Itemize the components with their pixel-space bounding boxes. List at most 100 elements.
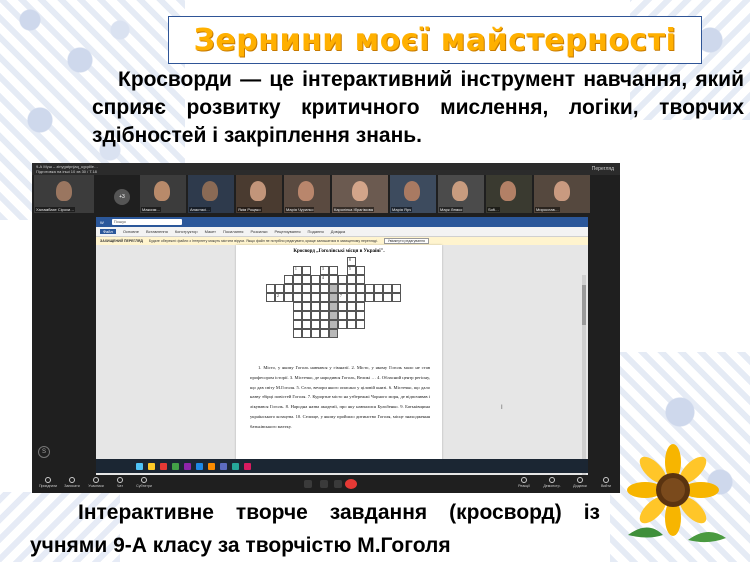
crossword-cell [356,266,365,275]
crossword-cell [311,275,320,284]
crossword-cell: 3 [320,266,329,275]
control-label: Додатки [573,484,587,488]
crossword-number: 4 [322,276,324,280]
crossword-cell [302,311,311,320]
scrollbar[interactable] [582,275,586,490]
avatar [452,181,468,201]
crossword-cell [329,284,338,293]
windows-start-icon[interactable] [136,462,143,470]
intro-paragraph: Кросворди — це інтерактивний інструмент … [92,68,744,147]
control-button[interactable]: Субтитри [130,477,158,488]
crossword-cell [302,293,311,302]
avatar [352,181,368,201]
app-icon[interactable] [208,462,215,470]
tab-view[interactable]: Подання [308,229,324,234]
crossword-cell [356,284,365,293]
page-title: Зернини моєї майстерності [193,22,677,58]
tab-layout[interactable]: Макет [205,229,216,234]
participant-tile[interactable]: Марія Ярч [390,175,436,213]
crossword-cell [329,302,338,311]
share-screen-icon[interactable] [334,480,342,488]
photo-caption: Інтерактивне творче завдання (кросворд) … [30,501,600,557]
end-call-button[interactable] [345,479,357,489]
control-button[interactable]: Реакції [510,477,538,488]
participant-tile[interactable]: Мирослав… [534,175,590,213]
more-participants-badge[interactable]: +3 [114,189,130,205]
crossword-cell: 4 [320,275,329,284]
protected-view-label: ЗАХИЩЕНИЙ ПЕРЕГЛЯД [100,239,143,243]
crossword-number: 8 [349,258,351,262]
chat-icon [117,477,123,483]
tab-design[interactable]: Конструктор [175,229,198,234]
enable-editing-button[interactable]: Увімкнути редагування [383,238,429,244]
word-icon[interactable] [196,462,203,470]
crossword-cell [293,329,302,338]
crossword-cell [347,311,356,320]
crossword-cell [293,320,302,329]
crossword-cell [320,320,329,329]
protected-view-text: Будьте обережні: файли з Інтернету можут… [148,239,378,243]
tab-file[interactable]: Файл [100,229,116,234]
tab-references[interactable]: Посилання [223,229,243,234]
participant-tile[interactable]: Каролінка Ібрагімова [332,175,388,213]
camera-icon[interactable] [320,480,328,488]
protected-view-bar: ЗАХИЩЕНИЙ ПЕРЕГЛЯД Будьте обережні: файл… [96,237,588,245]
participant-tile[interactable]: Марк Лемко [438,175,484,213]
record-icon [69,477,75,483]
search-input[interactable]: Пошук [111,219,182,225]
tab-mailings[interactable]: Розсилки [250,229,267,234]
participant-name: Максим… [141,207,162,212]
crossword-cell [302,320,311,329]
scrollbar-thumb[interactable] [582,285,586,325]
crossword-cell [284,275,293,284]
app-icon[interactable] [244,462,251,470]
app-icon: W [100,219,104,225]
crossword-cell [347,302,356,311]
crossword-cell [347,293,356,302]
participant-tile[interactable]: Марія Чурилко [284,175,330,213]
crossword-cell [320,284,329,293]
control-button[interactable]: Додатки [566,477,594,488]
participants-icon [93,477,99,483]
control-button[interactable]: Демонстр. [538,477,566,488]
avatar [56,181,72,201]
tab-help[interactable]: Довідка [331,229,345,234]
app-icon[interactable] [232,462,239,470]
crossword-cell [293,275,302,284]
teams-icon[interactable] [220,462,227,470]
crossword-cell [338,275,347,284]
participant-tile[interactable]: Sofi… [486,175,532,213]
participant-tile[interactable]: Халамбахе Сірохи… [34,175,94,213]
crossword-cell [302,329,311,338]
crossword-cell [356,320,365,329]
crossword-cell [383,293,392,302]
participant-name: Якім Роцвко [237,207,262,212]
crossword-cell [284,284,293,293]
tab-review[interactable]: Рецензування [274,229,300,234]
participant-tile[interactable]: Якім Роцвко [236,175,282,213]
crossword-cell [275,284,284,293]
view-button[interactable]: Перегляд [592,166,614,172]
crossword-cell [329,275,338,284]
crossword-cell [329,329,338,338]
crossword-cell [311,311,320,320]
meeting-subtitle: Підготовка на інші 10 хв 30 / Т.18 [36,169,97,174]
join-icon [45,477,51,483]
crossword-cell [311,284,320,293]
windows-taskbar [96,459,588,473]
chrome-icon[interactable] [172,462,179,470]
crossword-cell [347,275,356,284]
title-box: Зернини моєї майстерності [168,16,702,64]
file-explorer-icon[interactable] [148,462,155,470]
crossword-cell [302,266,311,275]
microphone-icon[interactable] [304,480,312,488]
participant-tile[interactable]: Максим… [140,175,186,213]
document-page: Кросворд „Гоголівські місця в Україні". … [236,245,442,467]
tab-insert[interactable]: Вставлення [146,229,168,234]
crossword-cell [356,275,365,284]
participant-tile[interactable]: Анастасі… [188,175,234,213]
control-label: Записати [64,484,80,488]
app-icon[interactable] [184,462,191,470]
tab-home[interactable]: Основне [123,229,139,234]
browser-icon[interactable] [160,462,167,470]
